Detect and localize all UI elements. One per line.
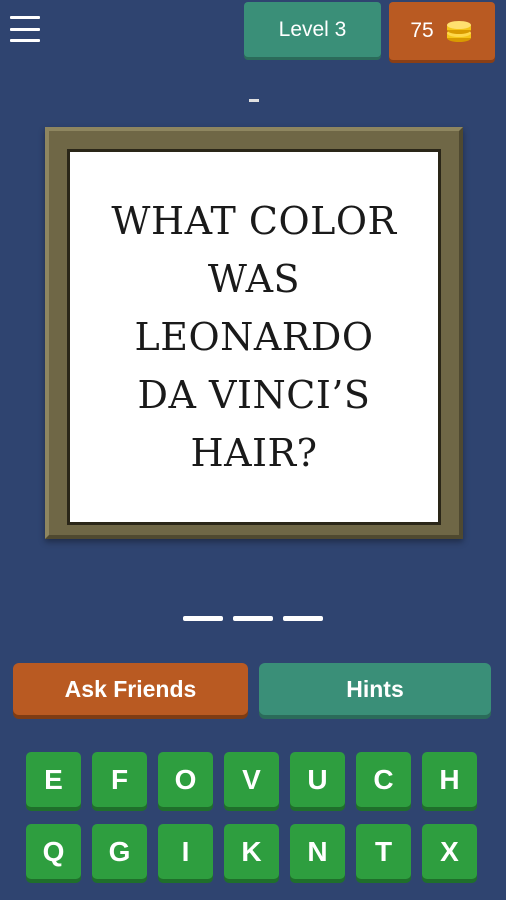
ask-friends-button[interactable]: Ask Friends <box>13 663 248 715</box>
question-text: WHAT COLOR WAS LEONARDO DA VINCI’S HAIR? <box>111 192 396 482</box>
answer-slot[interactable] <box>233 616 273 621</box>
letter-key[interactable]: X <box>422 824 477 879</box>
question-picture-frame: WHAT COLOR WAS LEONARDO DA VINCI’S HAIR? <box>45 127 463 539</box>
question-line: LEONARDO <box>134 315 374 359</box>
question-line: DA VINCI’S <box>137 373 371 417</box>
level-label: Level 3 <box>278 17 347 41</box>
hamburger-menu-icon[interactable] <box>10 16 40 42</box>
letter-key[interactable]: K <box>224 824 279 879</box>
question-card: WHAT COLOR WAS LEONARDO DA VINCI’S HAIR? <box>67 149 441 525</box>
letter-key[interactable]: O <box>158 752 213 807</box>
letter-key[interactable]: U <box>290 752 345 807</box>
letter-key[interactable]: Q <box>26 824 81 879</box>
answer-slot[interactable] <box>183 616 223 621</box>
keyboard-row: Q G I K N T X <box>26 824 486 879</box>
coins-badge[interactable]: 75 <box>389 2 495 60</box>
letter-key[interactable]: N <box>290 824 345 879</box>
question-placeholder-dash <box>249 99 259 102</box>
question-line: WHAT COLOR <box>111 199 397 243</box>
letter-key[interactable]: E <box>26 752 81 807</box>
coin-stack-icon <box>446 21 471 42</box>
letter-keyboard: E F O V U C H Q G I K N T X <box>26 752 486 896</box>
question-line: WAS <box>207 257 301 301</box>
letter-key[interactable]: G <box>92 824 147 879</box>
hints-button[interactable]: Hints <box>259 663 491 715</box>
letter-key[interactable]: C <box>356 752 411 807</box>
letter-key[interactable]: H <box>422 752 477 807</box>
letter-key[interactable]: I <box>158 824 213 879</box>
letter-key[interactable]: T <box>356 824 411 879</box>
question-line: HAIR? <box>190 431 318 475</box>
keyboard-row: E F O V U C H <box>26 752 486 807</box>
answer-slots <box>0 616 506 621</box>
coins-count: 75 <box>410 19 434 42</box>
answer-slot[interactable] <box>283 616 323 621</box>
letter-key[interactable]: V <box>224 752 279 807</box>
level-badge: Level 3 <box>244 2 381 57</box>
letter-key[interactable]: F <box>92 752 147 807</box>
